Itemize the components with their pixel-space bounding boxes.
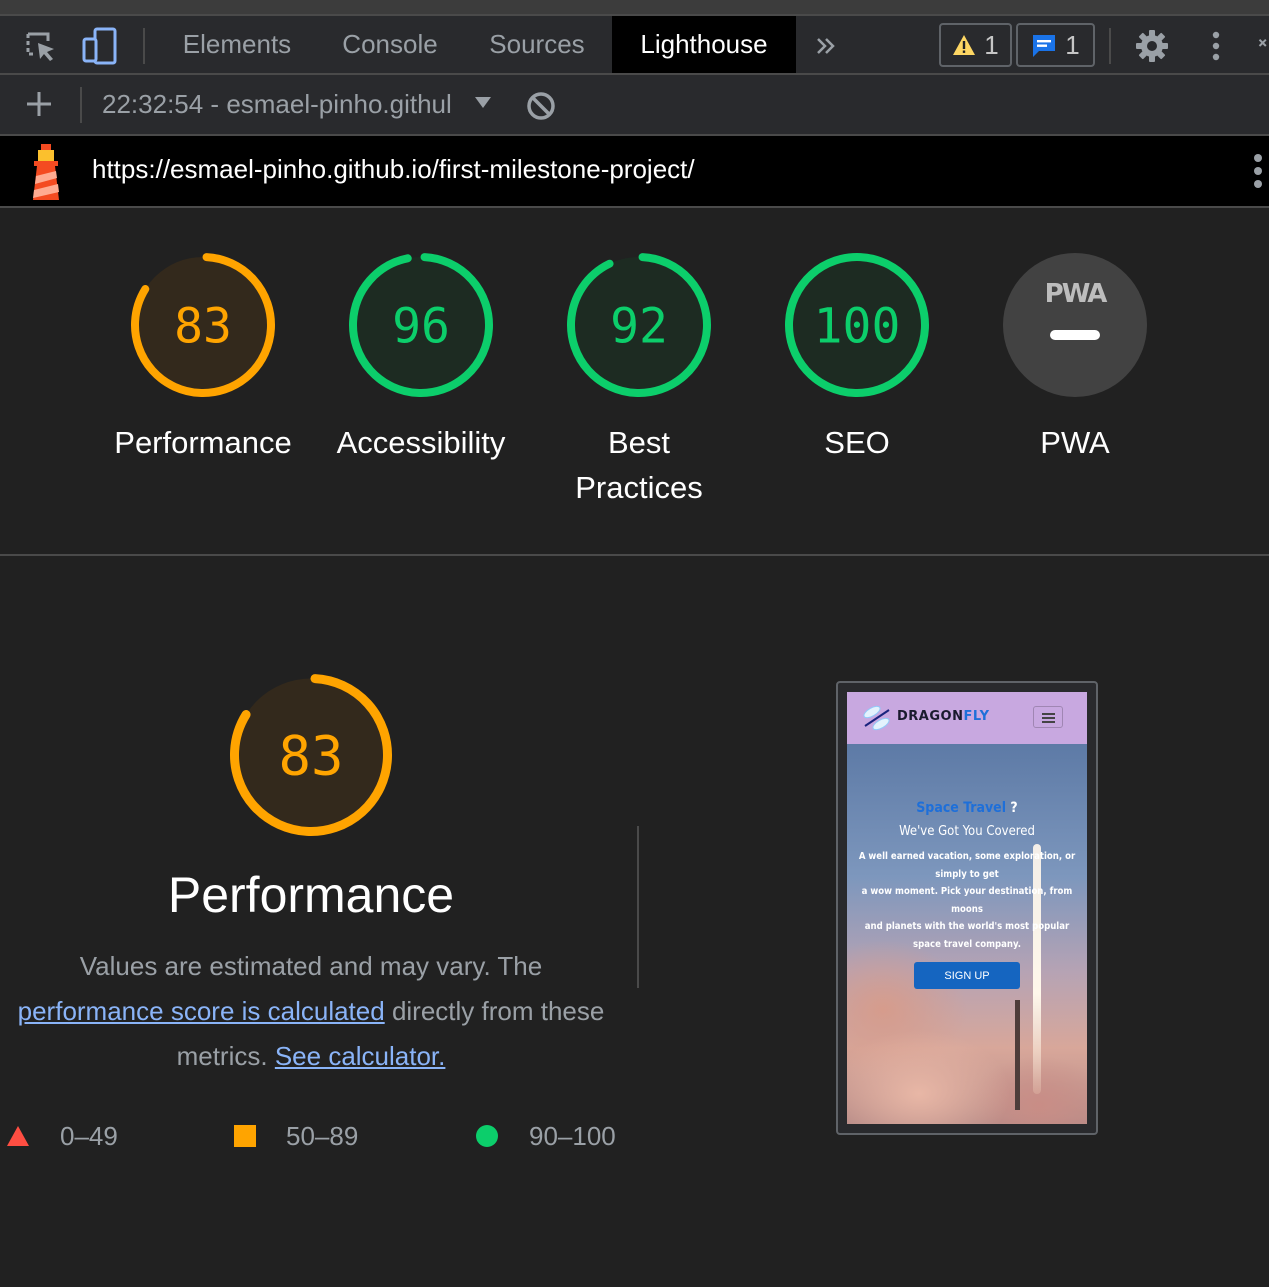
gauge-pwa[interactable]: PWA PWA (1002, 252, 1148, 460)
site-navbar: DRAGONFLY (847, 692, 1087, 744)
final-screenshot[interactable]: DRAGONFLY Space Travel ? We've Got You C… (836, 681, 1098, 1135)
url-menu-icon[interactable] (1250, 154, 1266, 190)
average-square-icon (234, 1125, 256, 1147)
section-divider (0, 554, 1269, 556)
warning-icon (953, 35, 976, 55)
legend-pass: 90–100 (475, 1118, 616, 1154)
hero-section: Space Travel ? We've Got You Covered A w… (847, 744, 1087, 1124)
dropdown-arrow-icon[interactable] (473, 95, 493, 111)
gear-icon[interactable] (1132, 26, 1172, 66)
gauge-ring: 96 (349, 253, 493, 397)
more-tabs-icon[interactable] (806, 26, 846, 66)
toolbar-separator (80, 87, 82, 123)
page-screenshot: DRAGONFLY Space Travel ? We've Got You C… (847, 692, 1087, 1124)
hero-headline: Space Travel ? (916, 800, 1018, 816)
window-top-edge (0, 0, 1269, 16)
launch-tower (1015, 1000, 1020, 1110)
hero-subheadline: We've Got You Covered (899, 824, 1035, 839)
gauge-label: SEO (824, 425, 890, 460)
site-brand: DRAGONFLY (897, 709, 990, 724)
report-select[interactable]: 22:32:54 - esmael-pinho.githul (102, 89, 464, 121)
gauge-score: 83 (174, 298, 232, 354)
clear-icon[interactable] (524, 89, 558, 123)
add-icon[interactable] (22, 87, 56, 121)
hamburger-menu-icon[interactable] (1033, 706, 1063, 728)
see-calculator-link[interactable]: See calculator. (275, 1041, 446, 1071)
devtools-tab-bar: Elements Console Sources Lighthouse 1 1 (0, 16, 1269, 75)
inspect-element-icon[interactable] (20, 26, 60, 66)
report-url[interactable]: https://esmael-pinho.github.io/first-mil… (92, 154, 695, 185)
toolbar-separator (1109, 28, 1111, 64)
performance-title: Performance (167, 867, 455, 923)
score-calculated-link[interactable]: performance score is calculated (18, 996, 385, 1026)
legend-label: 0–49 (60, 1120, 118, 1151)
legend-label: 50–89 (286, 1120, 359, 1151)
gauge-score: 92 (610, 298, 668, 354)
gauge-label: PWA (1040, 425, 1110, 460)
toolbar-separator (143, 28, 145, 64)
legend-label: 90–100 (529, 1120, 616, 1151)
legend-average: 50–89 (234, 1118, 358, 1154)
gauge-score: 83 (278, 724, 343, 787)
warnings-counter[interactable]: 1 (939, 23, 1012, 67)
lighthouse-logo-icon (26, 144, 66, 200)
desc-text: Values are estimated and may vary. The (79, 951, 543, 981)
gauge-seo[interactable]: 100 SEO (784, 252, 930, 460)
performance-gauge-large: 83 (230, 674, 392, 836)
gauge-ring: 83 (131, 253, 275, 397)
tab-sources[interactable]: Sources (470, 16, 604, 73)
gauge-label: Accessibility (336, 425, 506, 460)
messages-counter[interactable]: 1 (1016, 23, 1095, 67)
pwa-badge-icon: PWA (1003, 253, 1147, 397)
vertical-divider (637, 826, 639, 988)
gauge-score: 96 (392, 298, 450, 354)
device-toolbar-icon[interactable] (80, 26, 120, 66)
warnings-count: 1 (984, 29, 999, 60)
hero-body: A well earned vacation, some exploration… (858, 851, 1076, 950)
gauge-accessibility[interactable]: 96 Accessibility (337, 252, 505, 460)
messages-count: 1 (1065, 29, 1080, 60)
gauge-label: Best Practices (575, 425, 703, 505)
close-icon[interactable] (1250, 26, 1269, 66)
gauge-performance[interactable]: 83 Performance (114, 252, 292, 460)
gauge-best-practices[interactable]: 92 Best Practices (566, 252, 712, 505)
message-icon (1033, 35, 1056, 57)
pass-circle-icon (476, 1125, 498, 1147)
legend-fail: 0–49 (6, 1118, 118, 1154)
tab-console[interactable]: Console (320, 16, 460, 73)
report-url-bar: https://esmael-pinho.github.io/first-mil… (0, 136, 1269, 208)
pwa-badge-text: PWA (1045, 279, 1108, 309)
performance-description: Values are estimated and may vary. The p… (0, 944, 622, 1079)
gauge-label: Performance (114, 425, 292, 460)
tab-elements[interactable]: Elements (162, 16, 312, 73)
lighthouse-toolbar: 22:32:54 - esmael-pinho.githul (0, 75, 1269, 136)
gauge-ring: 100 (785, 253, 929, 397)
fail-triangle-icon (7, 1126, 29, 1146)
gauge-score: 100 (814, 298, 901, 354)
dragonfly-logo-icon (863, 705, 890, 731)
tab-lighthouse[interactable]: Lighthouse (612, 16, 796, 73)
signup-button[interactable]: SIGN UP (914, 962, 1020, 989)
kebab-menu-icon[interactable] (1196, 26, 1236, 66)
gauge-ring: 92 (567, 253, 711, 397)
